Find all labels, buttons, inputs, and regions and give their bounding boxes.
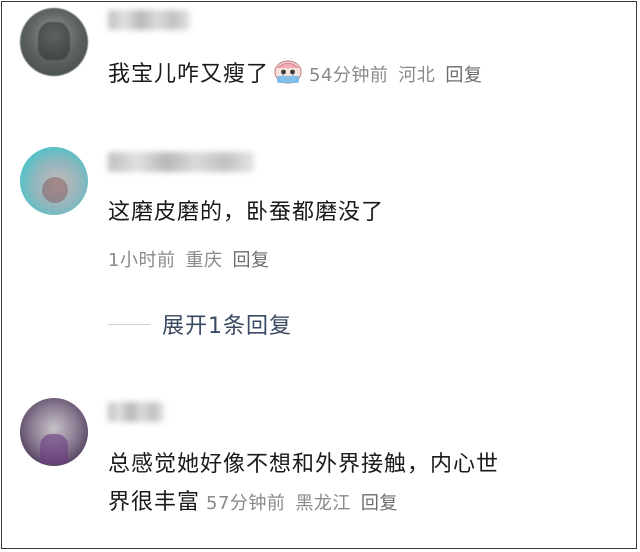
reply-button[interactable]: 回复 [361,493,398,514]
comment-body: 界很丰富 [108,490,201,515]
comment-list: 我宝儿咋又瘦了 54分钟前 河北 回复 这磨皮磨的，卧蚕都磨没了 1小时前 重庆 回复 … [1,1,637,549]
avatar[interactable] [20,398,88,466]
comment-body: 我宝儿咋又瘦了 [108,62,270,87]
comment-location: 重庆 [185,250,223,271]
comment-time: 57分钟前 [206,493,286,514]
comment-text: 我宝儿咋又瘦了 54分钟前 河北 回复 [108,56,492,95]
comment-meta: 1小时前 重庆 回复 [108,242,279,280]
divider [108,323,150,325]
avatar[interactable] [20,8,88,76]
comment-text: 这磨皮磨的，卧蚕都磨没了 [108,200,385,225]
comment-text-line-1: 总感觉她好像不想和外界接触，内心世 [108,452,500,477]
comment-meta: 57分钟前 黑龙江 回复 [206,493,408,514]
expand-replies-label: 展开1条回复 [162,314,292,339]
crying-face-icon [274,60,302,84]
expand-replies-button[interactable]: 展开1条回复 [108,308,292,340]
comment-location: 河北 [398,65,436,86]
comment-meta: 54分钟前 河北 回复 [309,65,492,86]
username-blurred[interactable] [108,10,190,30]
avatar[interactable] [20,147,88,215]
comment-text-line-2: 界很丰富 57分钟前 黑龙江 回复 [108,484,408,523]
comment-location: 黑龙江 [295,493,351,514]
username-blurred[interactable] [108,152,254,172]
reply-button[interactable]: 回复 [445,65,482,86]
username-blurred[interactable] [108,402,164,422]
comment-time: 54分钟前 [309,65,389,86]
comment-time: 1小时前 [108,250,176,271]
reply-button[interactable]: 回复 [232,250,269,271]
